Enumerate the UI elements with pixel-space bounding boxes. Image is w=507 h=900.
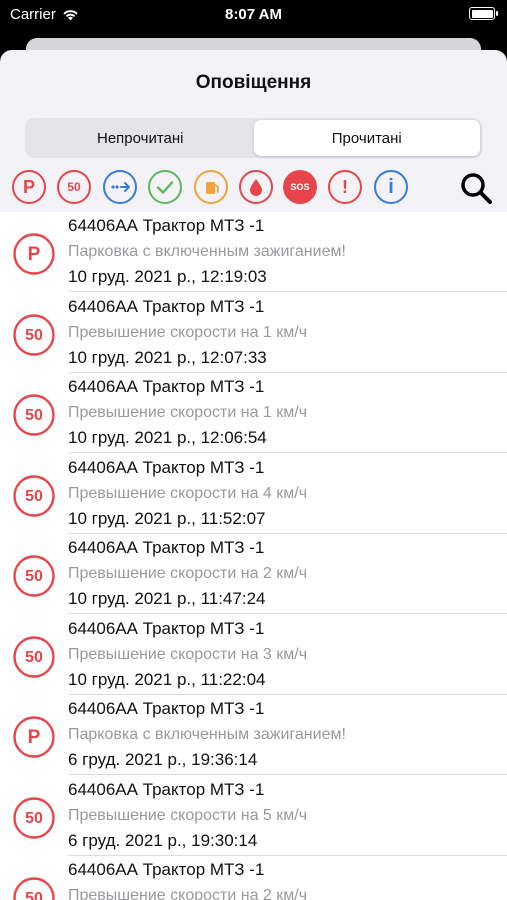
row-icon-glyph: 50 bbox=[25, 407, 43, 424]
notification-time: 10 груд. 2021 р., 11:22:04 bbox=[68, 669, 266, 689]
notification-row[interactable]: 50 64406АА Трактор МТЗ -1 Превышение скоро… bbox=[0, 373, 507, 453]
speed-50-filter-icon[interactable]: 50 bbox=[56, 169, 92, 205]
notification-title: 64406АА Трактор МТЗ -1 bbox=[68, 699, 265, 718]
notification-title: 64406АА Трактор МТЗ -1 bbox=[68, 860, 265, 879]
notification-row[interactable]: 50 64406АА Трактор МТЗ -1 Превышение скоро… bbox=[0, 615, 507, 695]
notification-row[interactable]: 50 64406АА Трактор МТЗ -1 Превышение скоро… bbox=[0, 454, 507, 534]
info-filter-glyph: i bbox=[388, 176, 394, 198]
speed-limit-icon: 50 bbox=[13, 394, 55, 436]
parking-filter-icon[interactable]: P bbox=[11, 169, 47, 205]
row-icon-glyph: 50 bbox=[25, 890, 43, 900]
tab-unread[interactable]: Непрочитані bbox=[27, 120, 254, 156]
notification-row[interactable]: P 64406АА Трактор МТЗ -1 Парковка с включе… bbox=[0, 695, 507, 775]
notification-row[interactable]: 50 64406АА Трактор МТЗ -1 Превышение скоро… bbox=[0, 776, 507, 856]
speed-limit-icon: 50 bbox=[13, 313, 55, 356]
notification-row[interactable]: 50 64406АА Трактор МТЗ -1 Превышение скоро… bbox=[0, 534, 507, 614]
speed-50-filter-glyph: 50 bbox=[67, 180, 81, 194]
page-title: Оповіщення bbox=[195, 72, 312, 93]
speed-limit-icon: 50 bbox=[13, 796, 55, 839]
parking-icon: P bbox=[13, 233, 55, 275]
speed-limit-icon: 50 bbox=[13, 474, 55, 517]
notification-title: 64406АА Трактор МТЗ -1 bbox=[68, 538, 265, 557]
speed-limit-icon: 50 bbox=[13, 555, 55, 597]
notification-message: Превышение скорости на 2 км/ч bbox=[68, 887, 308, 900]
notification-time: 10 груд. 2021 р., 12:19:03 bbox=[68, 267, 267, 286]
exclamation-filter-glyph: ! bbox=[342, 177, 348, 197]
clock: 8:07 AM bbox=[225, 6, 282, 23]
notifications-sheet: Оповіщення Непрочитані Прочитані P 50 SOS!… bbox=[0, 50, 507, 900]
tab-read[interactable]: Прочитані bbox=[253, 120, 480, 156]
notification-title: 64406АА Трактор МТЗ -1 bbox=[68, 216, 265, 235]
notification-time: 10 груд. 2021 р., 11:47:24 bbox=[68, 589, 266, 608]
battery-icon bbox=[469, 7, 498, 20]
status-bar: Carrier 8:07 AM bbox=[0, 0, 507, 30]
notification-time: 6 груд. 2021 р., 19:30:14 bbox=[68, 830, 258, 850]
sos-filter-glyph: SOS bbox=[290, 182, 309, 192]
parking-filter-glyph: P bbox=[23, 177, 35, 197]
notification-message: Превышение скорости на 3 км/ч bbox=[68, 645, 308, 663]
notification-message: Превышение скорости на 4 км/ч bbox=[68, 484, 308, 502]
check-filter-icon[interactable] bbox=[147, 169, 183, 205]
drop-filter-icon[interactable] bbox=[238, 169, 274, 205]
speed-limit-icon: 50 bbox=[13, 877, 55, 900]
parking-icon: P bbox=[13, 716, 55, 758]
read-status-segmented-control: Непрочитані Прочитані bbox=[25, 118, 482, 158]
notification-message: Парковка с включенным зажиганием! bbox=[68, 243, 346, 260]
sos-filter-icon[interactable]: SOS bbox=[282, 169, 318, 205]
notification-message: Превышение скорости на 2 км/ч bbox=[68, 565, 308, 582]
speed-limit-icon: 50 bbox=[13, 635, 55, 678]
notification-message: Превышение скорости на 1 км/ч bbox=[68, 323, 308, 341]
notification-row[interactable]: 50 64406АА Трактор МТЗ -1 Превышение скоро… bbox=[0, 293, 507, 373]
notification-row[interactable]: 50 64406АА Трактор МТЗ -1 Превышение скоро… bbox=[0, 856, 507, 900]
notification-title: 64406АА Трактор МТЗ -1 bbox=[68, 377, 265, 396]
exclamation-filter-icon[interactable]: ! bbox=[327, 169, 363, 205]
notification-title: 64406АА Трактор МТЗ -1 bbox=[68, 618, 265, 638]
row-icon-glyph: 50 bbox=[25, 649, 43, 666]
row-icon-glyph: P bbox=[28, 727, 41, 748]
notification-message: Превышение скорости на 5 км/ч bbox=[68, 806, 308, 824]
notification-title: 64406АА Трактор МТЗ -1 bbox=[68, 457, 265, 477]
info-filter-icon[interactable]: i bbox=[373, 169, 409, 205]
notification-list: P 64406АА Трактор МТЗ -1 Парковка с включе… bbox=[0, 212, 507, 900]
fuel-filter-icon[interactable] bbox=[193, 169, 229, 205]
row-icon-glyph: P bbox=[28, 244, 41, 265]
notification-time: 6 груд. 2021 р., 19:36:14 bbox=[68, 750, 258, 769]
notification-title: 64406АА Трактор МТЗ -1 bbox=[68, 779, 265, 799]
notification-message: Парковка с включенным зажиганием! bbox=[68, 726, 346, 743]
route-filter-icon[interactable] bbox=[102, 169, 138, 205]
notification-time: 10 груд. 2021 р., 11:52:07 bbox=[68, 508, 266, 528]
notification-time: 10 груд. 2021 р., 12:06:54 bbox=[68, 428, 267, 447]
notification-message: Превышение скорости на 1 км/ч bbox=[68, 404, 308, 421]
row-icon-glyph: 50 bbox=[25, 810, 43, 827]
row-icon-glyph: 50 bbox=[25, 568, 43, 585]
tab-read-label: Прочитані bbox=[331, 129, 402, 147]
search-icon[interactable] bbox=[458, 170, 494, 206]
row-icon-glyph: 50 bbox=[25, 327, 43, 344]
notification-row[interactable]: P 64406АА Трактор МТЗ -1 Парковка с включе… bbox=[0, 212, 507, 292]
tab-unread-label: Непрочитані bbox=[96, 129, 184, 147]
filter-bar: P 50 SOS! i bbox=[0, 167, 507, 207]
row-icon-glyph: 50 bbox=[25, 488, 43, 505]
notification-time: 10 груд. 2021 р., 12:07:33 bbox=[68, 347, 267, 367]
notification-title: 64406АА Трактор МТЗ -1 bbox=[68, 296, 265, 316]
